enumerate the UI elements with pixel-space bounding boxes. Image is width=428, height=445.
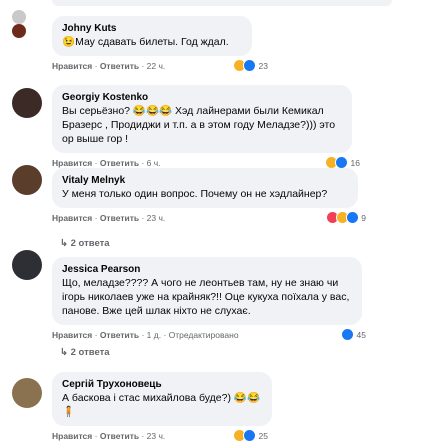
comment-author[interactable]: Vitaly Melnyk [62, 174, 348, 187]
replies-count: 2 ответа [70, 238, 110, 249]
comment-time[interactable]: 1 д. [147, 330, 161, 340]
comment-text: 😉Мау сдавать билеты. Год ждал. [62, 36, 229, 48]
reaction-count: 23 [258, 60, 268, 71]
reply-link[interactable]: Ответить [100, 213, 139, 223]
comment-meta: Нравится · Ответить · 23 ч. 25 [52, 429, 268, 442]
comment-bubble: Georgiy Kostenko Вы серьёзно? 😂😂😂 Хэд ла… [52, 85, 352, 153]
reactions[interactable]: 25 [233, 429, 268, 442]
comment-bubble: Сергій Трухоновець А баскова і стас миха… [52, 372, 272, 426]
reply-link[interactable]: Ответить [100, 158, 139, 168]
comment: Jessica Pearson Що, меладзе???? А чого н… [52, 257, 418, 342]
comment-text: Вы серьёзно? 😂😂😂 Хэд лайнерами были Кеми… [62, 105, 336, 145]
comment-time[interactable]: 23 ч. [147, 213, 166, 223]
comment: Сергій Трухоновець А баскова і стас миха… [52, 372, 418, 443]
reaction-count: 16 [350, 157, 360, 168]
comment-text: Що, меладзе???? А чого не леонтьев там, … [62, 277, 350, 317]
like-link[interactable]: Нравится [52, 330, 92, 340]
comment-bubble: Vitaly Melnyk У меня только один вопрос.… [52, 168, 358, 208]
comment: Vitaly Melnyk У меня только один вопрос.… [52, 168, 418, 225]
reply-link[interactable]: Ответить [100, 330, 139, 340]
comment-author[interactable]: Сергій Трухоновець [62, 378, 262, 391]
replies-count: 2 ответа [70, 347, 110, 358]
reaction-count: 9 [361, 212, 366, 223]
avatar[interactable] [12, 250, 42, 280]
comment-meta: Нравится · Ответить · 23 ч. 9 [52, 211, 366, 224]
comment: Georgiy Kostenko Вы серьёзно? 😂😂😂 Хэд ла… [52, 85, 418, 170]
reactions[interactable]: 23 [233, 59, 268, 72]
comment-meta: Нравится · Ответить · 1 д. · Отредактиро… [52, 328, 366, 341]
replies-link[interactable]: ↳ 2 ответа [60, 238, 110, 249]
avatar[interactable] [12, 378, 42, 408]
avatar[interactable] [12, 88, 42, 118]
comment: Johny Kuts 😉Мау сдавать билеты. Год ждал… [52, 16, 418, 73]
comment-meta: Нравится · Ответить · 22 ч. 23 [52, 59, 268, 72]
like-link[interactable]: Нравится [52, 431, 92, 441]
comment-author[interactable]: Johny Kuts [62, 22, 242, 35]
edited-label[interactable]: Отредактировано [169, 330, 239, 340]
avatar[interactable] [12, 24, 26, 38]
reactions[interactable]: 45 [341, 328, 366, 341]
comment-text: У меня только один вопрос. Почему он не … [62, 188, 328, 200]
reactions[interactable]: 9 [325, 211, 366, 224]
like-icon [243, 59, 257, 72]
comment-author[interactable]: Jessica Pearson [62, 263, 352, 276]
reaction-count: 25 [258, 430, 268, 441]
reaction-count: 45 [356, 329, 366, 340]
avatar[interactable] [12, 10, 26, 24]
previous-comment-edge [52, 0, 392, 6]
like-icon [341, 328, 355, 341]
comment-bubble: Johny Kuts 😉Мау сдавать билеты. Год ждал… [52, 16, 252, 56]
comment-text: А баскова і стас михайлова буде?) 😂😂🧍 [62, 392, 261, 418]
like-icon [243, 429, 257, 442]
comment-time[interactable]: 23 ч. [147, 431, 166, 441]
like-link[interactable]: Нравится [52, 61, 92, 71]
comment-time[interactable]: 22 ч. [147, 61, 166, 71]
comment-bubble: Jessica Pearson Що, меладзе???? А чого н… [52, 257, 362, 325]
like-link[interactable]: Нравится [52, 213, 92, 223]
comment-author[interactable]: Georgiy Kostenko [62, 91, 342, 104]
reply-link[interactable]: Ответить [100, 61, 139, 71]
replies-link[interactable]: ↳ 2 ответа [60, 347, 110, 358]
like-icon [345, 211, 359, 224]
avatar[interactable] [12, 165, 42, 195]
like-link[interactable]: Нравится [52, 158, 92, 168]
reply-link[interactable]: Ответить [100, 431, 139, 441]
comment-time[interactable]: 6 ч. [147, 158, 161, 168]
